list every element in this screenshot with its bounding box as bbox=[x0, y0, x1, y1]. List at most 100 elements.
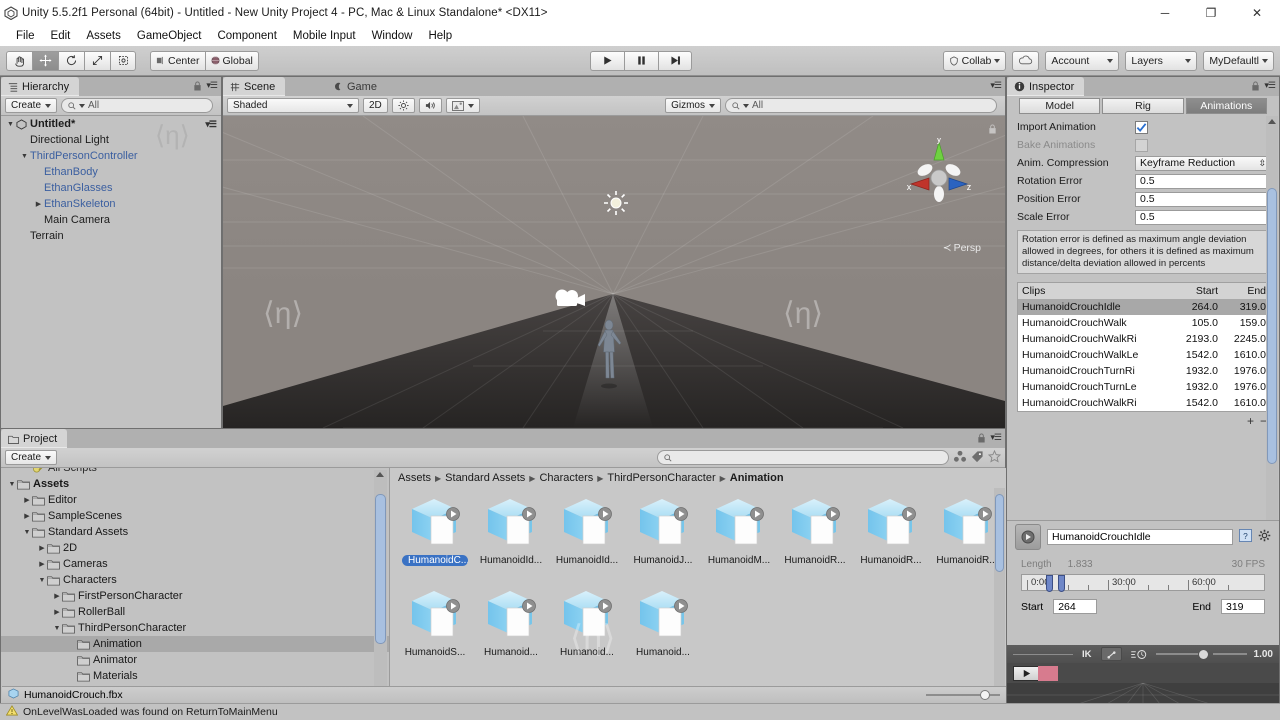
project-tree-item-2d[interactable]: ▶ 2D bbox=[1, 540, 389, 556]
account-button[interactable]: Account bbox=[1045, 50, 1120, 71]
project-tree-item-assets[interactable]: ▼ Assets bbox=[1, 476, 389, 492]
tab-scene[interactable]: Scene bbox=[223, 77, 286, 96]
project-folder-tree[interactable]: All Scripts ▼ Assets ▶ Editor ▶ SampleScenes ▼ S… bbox=[1, 468, 389, 704]
scene-camera-mode-label[interactable]: ≺ Persp bbox=[943, 242, 981, 254]
collab-button[interactable]: Collab bbox=[942, 50, 1007, 71]
menu-help[interactable]: Help bbox=[420, 28, 460, 44]
disclosure-triangle-icon[interactable]: ▼ bbox=[22, 529, 32, 536]
cloud-button[interactable] bbox=[1012, 50, 1040, 71]
rect-tool-button[interactable] bbox=[110, 50, 136, 71]
project-tree-scroll-thumb[interactable] bbox=[375, 494, 386, 644]
layout-button[interactable]: MyDefaultl bbox=[1203, 50, 1274, 71]
clip-row[interactable]: HumanoidCrouchTurnLe 1932.0 1976.0 bbox=[1018, 379, 1270, 395]
clip-row[interactable]: HumanoidCrouchTurnRi 1932.0 1976.0 bbox=[1018, 363, 1270, 379]
preview-clip-name-input[interactable]: HumanoidCrouchIdle bbox=[1047, 529, 1233, 545]
project-tree-item-rollerball[interactable]: ▶ RollerBall bbox=[1, 604, 389, 620]
2d-toggle-button[interactable]: 2D bbox=[363, 98, 388, 113]
menu-gameobject[interactable]: GameObject bbox=[129, 28, 210, 44]
ethan-character-model[interactable] bbox=[595, 318, 622, 400]
lock-icon[interactable] bbox=[193, 81, 202, 91]
field-scale-error[interactable]: Scale Error 0.5 bbox=[1007, 208, 1279, 226]
asset-item[interactable]: HumanoidR... bbox=[780, 496, 850, 584]
disclosure-triangle-icon[interactable]: ▼ bbox=[37, 577, 47, 584]
disclosure-triangle-icon[interactable]: ▶ bbox=[37, 544, 47, 552]
disclosure-triangle-icon[interactable]: ▶ bbox=[33, 200, 44, 208]
asset-grid[interactable]: HumanoidC... HumanoidId... HumanoidId... bbox=[390, 488, 1006, 676]
filter-by-type-icon[interactable] bbox=[953, 450, 967, 466]
favorites-star-icon[interactable] bbox=[987, 449, 1002, 466]
scale-error-input[interactable]: 0.5 bbox=[1135, 209, 1271, 225]
status-bar[interactable]: OnLevelWasLoaded was found on ReturnToMa… bbox=[0, 703, 1280, 720]
end-frame-input[interactable]: 319 bbox=[1221, 599, 1265, 614]
gizmos-dropdown[interactable]: Gizmos bbox=[665, 98, 721, 113]
scene-menu-icon[interactable]: ▾☰ bbox=[205, 119, 217, 130]
scale-tool-button[interactable] bbox=[84, 50, 110, 71]
disclosure-triangle-icon[interactable]: ▶ bbox=[52, 608, 62, 616]
clip-row[interactable]: HumanoidCrouchWalkLe 1542.0 1610.0 bbox=[1018, 347, 1270, 363]
hand-tool-button[interactable] bbox=[6, 50, 32, 71]
clip-row[interactable]: HumanoidCrouchWalkRi 1542.0 1610.0 bbox=[1018, 395, 1270, 411]
clip-row[interactable]: HumanoidCrouchWalk 105.0 159.0 bbox=[1018, 315, 1270, 331]
project-tree-scrollbar[interactable] bbox=[374, 470, 387, 702]
start-frame-input[interactable]: 264 bbox=[1053, 599, 1098, 614]
field-anim-compression[interactable]: Anim. Compression Keyframe Reduction ⇳ bbox=[1007, 154, 1279, 172]
tab-hierarchy[interactable]: Hierarchy bbox=[1, 77, 80, 96]
clip-start-handle[interactable] bbox=[1046, 575, 1053, 592]
project-tree-item-materials[interactable]: Materials bbox=[1, 668, 389, 684]
hierarchy-item-main-camera[interactable]: Main Camera bbox=[1, 212, 221, 228]
pause-button[interactable] bbox=[624, 50, 658, 71]
pivot-mode-button[interactable]: Center bbox=[150, 50, 205, 71]
panel-menu-icon[interactable]: ▾☰ bbox=[990, 432, 1002, 443]
clips-table[interactable]: Clips Start End HumanoidCrouchIdle 264.0 3… bbox=[1017, 282, 1271, 412]
clip-timeline[interactable]: 0:00 30:00 60:00 bbox=[1021, 574, 1265, 592]
asset-item[interactable]: HumanoidR... bbox=[856, 496, 926, 584]
hierarchy-create-button[interactable]: Create bbox=[5, 98, 58, 113]
project-tree-item-thirdpersoncharacter[interactable]: ▼ ThirdPersonCharacter bbox=[1, 620, 389, 636]
ik-toggle-button[interactable]: IK bbox=[1078, 647, 1096, 661]
help-icon[interactable]: ? bbox=[1239, 529, 1252, 545]
asset-item[interactable]: Humanoid... bbox=[476, 588, 546, 676]
maximize-button[interactable]: ❐ bbox=[1188, 0, 1234, 26]
pivot-rotation-button[interactable]: Global bbox=[204, 50, 259, 71]
panel-menu-icon[interactable]: ▾☰ bbox=[206, 80, 218, 91]
speed-slider-knob[interactable] bbox=[1198, 649, 1208, 659]
asset-item[interactable]: HumanoidM... bbox=[704, 496, 774, 584]
add-clip-button[interactable]: + bbox=[1247, 414, 1254, 428]
hierarchy-search-input[interactable]: All bbox=[61, 98, 213, 113]
tab-project[interactable]: Project bbox=[1, 429, 68, 448]
disclosure-triangle-icon[interactable]: ▶ bbox=[52, 592, 62, 600]
project-tree-item-samplescenes[interactable]: ▶ SampleScenes bbox=[1, 508, 389, 524]
asset-item[interactable]: Humanoid... bbox=[552, 588, 622, 676]
preview-play-button[interactable] bbox=[1013, 665, 1039, 681]
project-tree-item-firstpersoncharacter[interactable]: ▶ FirstPersonCharacter bbox=[1, 588, 389, 604]
anim-compression-dropdown[interactable]: Keyframe Reduction ⇳ bbox=[1135, 155, 1271, 171]
menu-component[interactable]: Component bbox=[209, 28, 284, 44]
disclosure-triangle-icon[interactable]: ▶ bbox=[22, 512, 32, 520]
asset-item[interactable]: HumanoidR... bbox=[932, 496, 1002, 584]
lock-icon[interactable] bbox=[1251, 81, 1260, 91]
rotation-error-input[interactable]: 0.5 bbox=[1135, 173, 1271, 189]
hierarchy-item-ethanglasses[interactable]: EthanGlasses bbox=[1, 180, 221, 196]
menu-edit[interactable]: Edit bbox=[43, 28, 79, 44]
hierarchy-item-thirdpersoncontroller[interactable]: ▼ ThirdPersonController bbox=[1, 148, 221, 164]
project-tree-item-editor[interactable]: ▶ Editor bbox=[1, 492, 389, 508]
scroll-up-arrow-icon[interactable] bbox=[1268, 119, 1276, 124]
menu-assets[interactable]: Assets bbox=[78, 28, 129, 44]
asset-grid-scrollbar[interactable] bbox=[994, 488, 1005, 716]
position-error-input[interactable]: 0.5 bbox=[1135, 191, 1271, 207]
field-rotation-error[interactable]: Rotation Error 0.5 bbox=[1007, 172, 1279, 190]
tab-game[interactable]: Game bbox=[327, 77, 387, 96]
inspector-scroll-thumb[interactable] bbox=[1267, 188, 1277, 464]
minimize-button[interactable]: ─ bbox=[1142, 0, 1188, 26]
clip-end-handle[interactable] bbox=[1058, 575, 1065, 592]
menu-file[interactable]: File bbox=[8, 28, 43, 44]
filter-by-label-icon[interactable] bbox=[971, 450, 984, 466]
panel-menu-icon[interactable]: ▾☰ bbox=[990, 80, 1002, 91]
asset-item[interactable]: HumanoidS... bbox=[400, 588, 470, 676]
breadcrumb-animation[interactable]: Animation bbox=[730, 472, 784, 484]
breadcrumb-characters[interactable]: Characters bbox=[539, 472, 593, 484]
menu-mobileinput[interactable]: Mobile Input bbox=[285, 28, 364, 44]
asset-item[interactable]: HumanoidId... bbox=[552, 496, 622, 584]
disclosure-triangle-icon[interactable]: ▼ bbox=[19, 153, 30, 160]
project-search-input[interactable] bbox=[657, 450, 949, 465]
